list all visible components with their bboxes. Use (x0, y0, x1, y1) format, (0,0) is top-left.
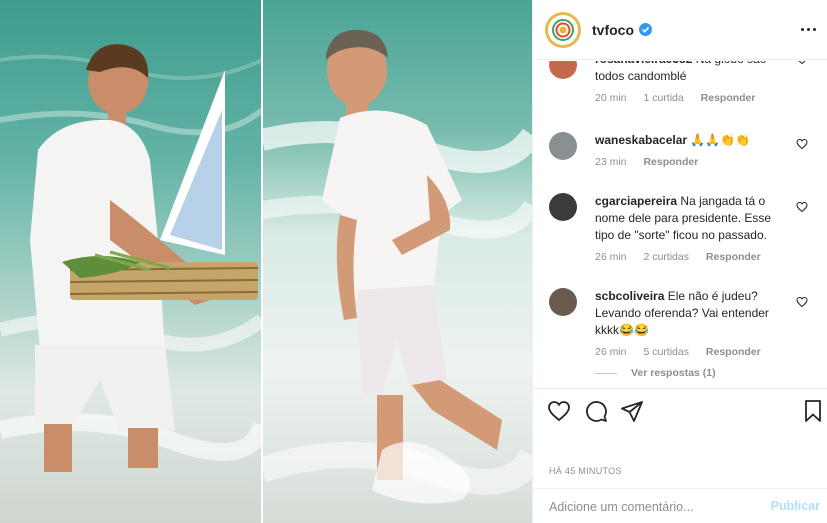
comment-username[interactable]: scbcoliveira (595, 289, 664, 303)
comment-body: rosanavieira9382 Na globo são todos cand… (595, 61, 775, 107)
comment-like-icon[interactable] (796, 201, 808, 213)
comment-input[interactable] (549, 498, 759, 516)
tvfoco-logo-icon (552, 18, 574, 41)
profile-avatar[interactable] (545, 11, 581, 48)
more-dot-icon (812, 27, 816, 31)
likes-line-clipped (549, 432, 699, 438)
comment-likes[interactable]: 2 curtidas (643, 251, 689, 263)
comment-time[interactable]: 23 min (595, 156, 627, 168)
comment-reply-button[interactable]: Responder (643, 156, 698, 168)
comment-list[interactable]: rosanavieira9382 Na globo são todos cand… (533, 61, 827, 387)
photo-divider (261, 0, 263, 523)
comment-like-icon[interactable] (796, 296, 808, 308)
verified-badge-icon (639, 23, 652, 36)
comment-time[interactable]: 26 min (595, 251, 627, 263)
post-sidebar: tvfoco rosanavieira9382 Na globo são tod… (532, 0, 827, 523)
comment-meta: 23 min Responder (595, 154, 775, 171)
photo-left-panel (0, 0, 262, 523)
comment-like-icon[interactable] (796, 138, 808, 150)
comment-username[interactable]: waneskabacelar (595, 133, 687, 147)
comment-meta: 26 min 2 curtidas Responder (595, 249, 775, 266)
share-paper-plane-icon[interactable] (620, 399, 644, 423)
comment-reply-button[interactable]: Responder (701, 92, 756, 104)
comment-like-icon[interactable] (796, 61, 808, 65)
comment-body: scbcoliveira Ele não é judeu? Levando of… (595, 288, 775, 361)
comment-username[interactable]: cgarciapereira (595, 194, 677, 208)
photo-right-panel (262, 0, 532, 523)
more-dot-icon (806, 27, 810, 31)
comment-reply-button[interactable]: Responder (706, 346, 761, 358)
more-dot-icon (800, 27, 804, 31)
commenter-avatar[interactable] (549, 288, 577, 316)
publish-button[interactable]: Publicar (771, 499, 820, 513)
comment-time[interactable]: 26 min (595, 346, 627, 358)
comment-text: 🙏🙏👏👏 (690, 133, 751, 147)
action-bar (533, 388, 827, 432)
comment-time[interactable]: 20 min (595, 92, 627, 104)
post-header: tvfoco (533, 0, 827, 60)
more-options-button[interactable] (798, 19, 818, 39)
comment-meta: 20 min 1 curtida Responder (595, 90, 775, 107)
header-username[interactable]: tvfoco (592, 22, 634, 38)
post-timestamp[interactable]: HÁ 45 MINUTOS (549, 466, 622, 476)
comment-likes[interactable]: 1 curtida (643, 92, 683, 104)
comment-reply-button[interactable]: Responder (706, 251, 761, 263)
save-bookmark-icon[interactable] (801, 399, 825, 423)
commenter-avatar[interactable] (549, 132, 577, 160)
comment-meta: 26 min 5 curtidas Responder (595, 344, 775, 361)
commenter-avatar[interactable] (549, 193, 577, 221)
comment-likes[interactable]: 5 curtidas (643, 346, 689, 358)
view-replies-label: Ver respostas (1) (631, 367, 716, 379)
replies-divider (595, 372, 617, 374)
comment-body: waneskabacelar 🙏🙏👏👏 23 min Responder (595, 132, 775, 171)
comment-body: cgarciapereira Na jangada tá o nome dele… (595, 193, 775, 266)
comment-bubble-icon[interactable] (584, 399, 608, 423)
post-photo[interactable] (0, 0, 532, 523)
commenter-avatar[interactable] (549, 61, 577, 79)
comment-composer: Publicar (533, 488, 827, 523)
comment-username[interactable]: rosanavieira9382 (595, 61, 692, 66)
like-heart-icon[interactable] (547, 399, 571, 423)
view-replies-button[interactable]: Ver respostas (1) (595, 367, 716, 379)
